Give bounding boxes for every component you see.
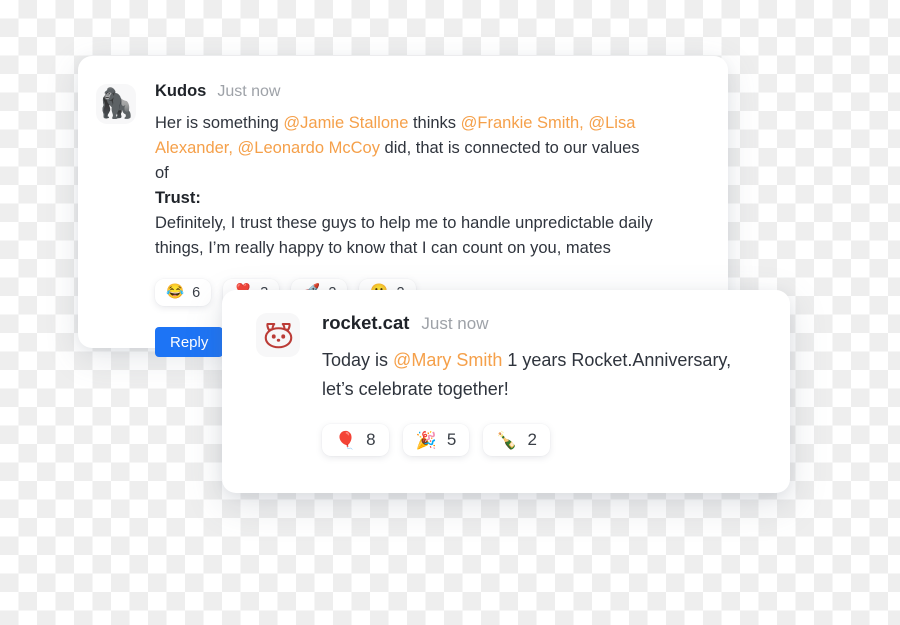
gorilla-emoji-avatar[interactable]: 🦍 <box>96 84 136 124</box>
balloon-emoji: 🎈 <box>335 430 357 450</box>
reaction-count: 6 <box>192 284 201 301</box>
message-author-name[interactable]: Kudos <box>155 82 206 101</box>
reaction-chip[interactable]: 😂 6 <box>155 279 212 306</box>
message-timestamp: Just now <box>421 314 489 333</box>
reaction-chip[interactable]: 🎉 5 <box>402 424 470 456</box>
rocket-cat-icon <box>264 322 292 348</box>
reaction-chip[interactable]: 🍾 2 <box>483 424 550 456</box>
party-popper-emoji: 🎉 <box>415 430 437 450</box>
gorilla-icon: 🦍 <box>97 87 135 120</box>
reaction-count: 2 <box>527 430 537 449</box>
message-text: Today is @Mary Smith 1 years Rocket.Anni… <box>322 346 762 404</box>
message-header: rocket.cat Just now <box>322 312 764 334</box>
message-text-span: Definitely, I trust these guys to help m… <box>155 214 653 257</box>
reaction-chip[interactable]: 🎈 8 <box>322 424 389 456</box>
message-row: rocket.cat Just now Today is @Mary Smith… <box>256 312 764 456</box>
message-text-span: Today is <box>322 350 394 370</box>
message-text: Her is something @Jamie Stallone thinks … <box>155 111 655 261</box>
message-timestamp: Just now <box>217 83 281 100</box>
rocket-cat-logo-avatar[interactable] <box>256 313 300 357</box>
message-text-span: Her is something <box>155 114 284 132</box>
message-text-span: thinks <box>408 114 461 132</box>
user-mention[interactable]: @Mary Smith <box>393 350 502 370</box>
user-mention[interactable]: @Jamie Stallone <box>283 114 408 132</box>
message-author-name[interactable]: rocket.cat <box>322 312 409 334</box>
rocketcat-message-card: rocket.cat Just now Today is @Mary Smith… <box>222 290 790 493</box>
message-text-bold: Trust: <box>155 189 201 207</box>
face-with-tears-of-joy-emoji: 😂 <box>166 284 185 301</box>
reply-button[interactable]: Reply <box>155 327 224 357</box>
message-body: rocket.cat Just now Today is @Mary Smith… <box>322 312 764 456</box>
message-header: Kudos Just now <box>155 82 702 101</box>
reaction-count: 8 <box>366 430 376 449</box>
reaction-count: 5 <box>446 430 457 449</box>
reaction-list: 🎈 8 🎉 5 🍾 2 <box>322 424 764 456</box>
bottle-with-popping-cork-emoji: 🍾 <box>496 430 518 450</box>
